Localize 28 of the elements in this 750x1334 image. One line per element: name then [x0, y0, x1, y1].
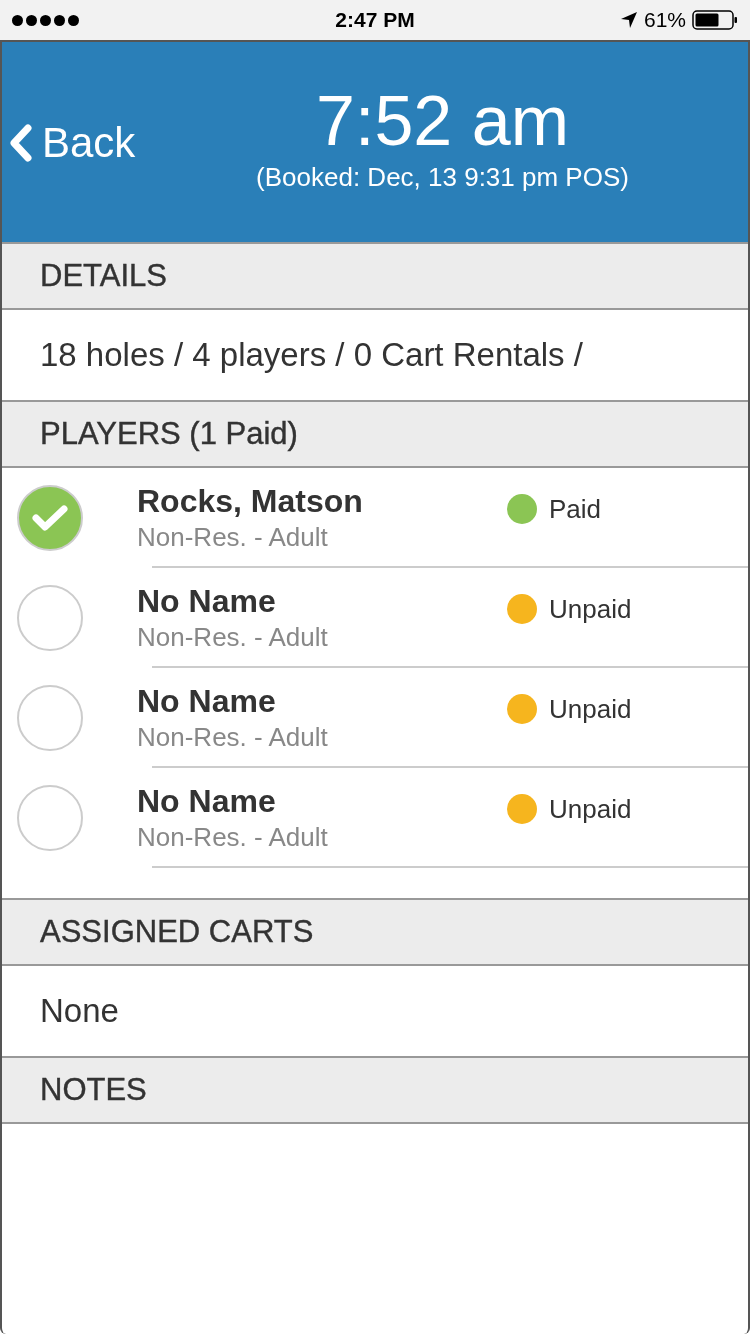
payment-status: Unpaid	[549, 793, 632, 825]
section-header: ASSIGNED CARTS	[2, 900, 748, 966]
player-type: Non-Res. - Adult	[137, 822, 329, 853]
payment-status: Unpaid	[549, 593, 632, 625]
carts-text: None	[40, 992, 119, 1030]
section-header: NOTES	[2, 1058, 748, 1124]
player-type: Non-Res. - Adult	[137, 522, 329, 553]
location-arrow-icon	[619, 11, 638, 29]
signal-icon	[12, 14, 79, 26]
payment-status: Paid	[549, 493, 602, 525]
player-name: No Name	[137, 783, 277, 820]
player-type: Non-Res. - Adult	[137, 622, 329, 653]
status-time: 2:47 PM	[335, 8, 415, 32]
player-type: Non-Res. - Adult	[137, 722, 329, 753]
section-header: DETAILS	[2, 244, 748, 310]
battery-icon	[692, 10, 738, 30]
section-header: PLAYERS (1 Paid)	[2, 402, 748, 468]
battery-percent: 61%	[643, 8, 686, 32]
checkmark-icon	[30, 502, 70, 534]
payment-status: Unpaid	[549, 693, 632, 725]
tee-time: 7:52 am	[316, 82, 569, 160]
player-name: Rocks, Matson	[137, 483, 364, 520]
booked-info: (Booked: Dec, 13 9:31 pm POS)	[256, 162, 629, 193]
chevron-left-icon	[8, 124, 34, 162]
player-name: No Name	[137, 583, 277, 620]
player-name: No Name	[137, 683, 277, 720]
back-button[interactable]: Back	[2, 119, 136, 167]
details-text: 18 holes / 4 players / 0 Cart Rentals /	[40, 336, 583, 374]
